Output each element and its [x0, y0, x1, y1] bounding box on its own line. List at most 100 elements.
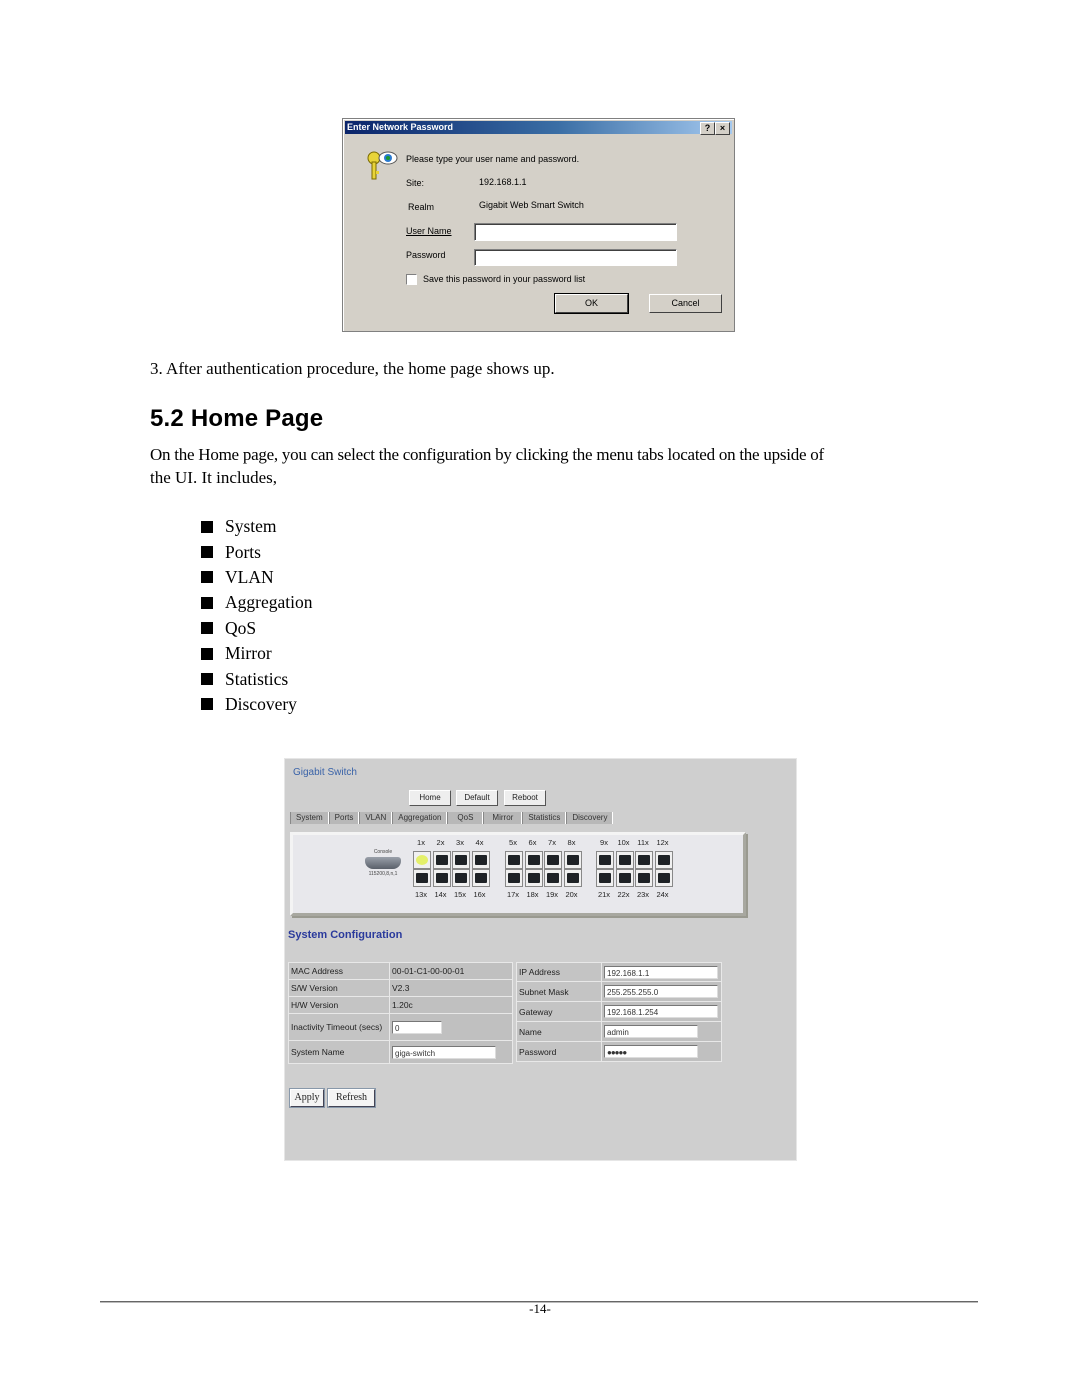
port-label: 2x — [436, 838, 445, 847]
ip-address-input[interactable]: 192.168.1.1 — [604, 965, 718, 979]
list-item-label: QoS — [225, 617, 257, 638]
tab-ports[interactable]: Ports — [328, 812, 360, 824]
ethernet-port-icon[interactable] — [563, 851, 582, 869]
tab-statistics[interactable]: Statistics — [522, 812, 567, 824]
mac-address-label: MAC Address — [288, 962, 390, 980]
realm-value: Gigabit Web Smart Switch — [479, 200, 584, 210]
ethernet-port-icon[interactable] — [471, 851, 490, 869]
port-label: 19x — [545, 890, 559, 899]
gateway-input[interactable]: 192.168.1.254 — [604, 1005, 718, 1018]
password-input[interactable]: ●●●●● — [604, 1045, 698, 1058]
save-password-label: Save this password in your password list — [423, 274, 586, 284]
port-label: 8x — [567, 838, 576, 847]
bullet-square-icon — [201, 571, 213, 584]
list-item-label: Mirror — [225, 643, 272, 664]
password-input[interactable] — [474, 249, 677, 266]
switch-title: Gigabit Switch — [293, 767, 357, 778]
list-item-label: VLAN — [225, 566, 274, 587]
port-label: 14x — [434, 890, 447, 899]
subnet-mask-input[interactable]: 255.255.255.0 — [604, 985, 718, 998]
ethernet-port-icon[interactable] — [432, 869, 451, 887]
system-name-input[interactable]: giga-switch — [392, 1045, 496, 1059]
ethernet-port-icon[interactable] — [596, 869, 614, 887]
inactivity-timeout-label: Inactivity Timeout (secs) — [288, 1013, 390, 1041]
port-label: 7x — [548, 838, 556, 847]
sw-version-label: S/W Version — [288, 979, 390, 997]
bullet-square-icon — [201, 673, 213, 686]
ethernet-port-icon[interactable] — [654, 851, 673, 869]
ethernet-port-icon[interactable] — [524, 851, 543, 869]
ok-button[interactable]: OK — [554, 293, 629, 314]
network-password-dialog: Enter Network Password ? × Please type y… — [342, 118, 735, 332]
save-password-checkbox[interactable] — [406, 274, 417, 285]
dialog-title-bar: Enter Network Password ? × — [345, 121, 732, 135]
home-button[interactable]: Home — [409, 790, 451, 806]
ethernet-port-icon[interactable] — [471, 869, 490, 887]
ethernet-port-icon[interactable] — [432, 851, 451, 869]
port-label: 10x — [617, 838, 630, 847]
console-port[interactable]: Console 115200,8,n,1 — [359, 849, 407, 877]
list-item: Mirror — [201, 641, 312, 666]
close-button[interactable]: × — [715, 122, 730, 135]
tab-qos[interactable]: QoS — [447, 812, 484, 824]
ethernet-port-icon[interactable] — [505, 869, 523, 887]
port-label: 23x — [636, 890, 650, 899]
ethernet-port-icon[interactable] — [654, 869, 673, 887]
bullet-square-icon — [201, 596, 213, 609]
default-button[interactable]: Default — [456, 790, 498, 806]
password-label: Password — [516, 1041, 602, 1062]
ethernet-port-icon[interactable] — [413, 851, 431, 869]
tab-discovery[interactable]: Discovery — [566, 812, 614, 824]
table-row: Gateway 192.168.1.254 — [516, 1001, 722, 1022]
ethernet-port-icon[interactable] — [635, 869, 653, 887]
table-row: S/W Version V2.3 — [288, 979, 513, 997]
ethernet-port-icon[interactable] — [615, 851, 634, 869]
refresh-button[interactable]: Refresh — [328, 1089, 375, 1107]
ip-address-label: IP Address — [516, 962, 602, 982]
ethernet-port-icon[interactable] — [452, 869, 470, 887]
ethernet-port-icon[interactable] — [524, 869, 543, 887]
ethernet-port-icon[interactable] — [563, 869, 582, 887]
list-item: VLAN — [201, 565, 312, 590]
dialog-title: Enter Network Password — [347, 122, 454, 132]
port-label: 24x — [656, 890, 669, 899]
port-label: 16x — [473, 890, 486, 899]
port-label: 13x — [414, 890, 428, 899]
realm-label: Realm — [408, 202, 435, 212]
tab-vlan[interactable]: VLAN — [359, 812, 393, 824]
ethernet-port-icon[interactable] — [505, 851, 523, 869]
bullet-square-icon — [201, 520, 213, 533]
port-label: 12x — [656, 838, 669, 847]
tab-system[interactable]: System — [290, 812, 329, 824]
dialog-prompt: Please type your user name and password. — [406, 154, 580, 164]
network-settings-table: IP Address 192.168.1.1 Subnet Mask 255.2… — [516, 962, 722, 1062]
username-input[interactable] — [474, 223, 677, 241]
list-item: Discovery — [201, 692, 312, 717]
ethernet-port-icon[interactable] — [452, 851, 470, 869]
apply-button[interactable]: Apply — [290, 1089, 324, 1107]
help-button[interactable]: ? — [700, 122, 715, 135]
tab-mirror[interactable]: Mirror — [483, 812, 523, 824]
ethernet-port-icon[interactable] — [413, 869, 431, 887]
reboot-button[interactable]: Reboot — [504, 790, 546, 806]
intro-line-1: On the Home page, you can select the con… — [150, 445, 824, 464]
list-item: Ports — [201, 539, 312, 564]
gateway-label: Gateway — [516, 1001, 602, 1022]
ethernet-port-icon[interactable] — [596, 851, 614, 869]
ethernet-port-icon[interactable] — [635, 851, 653, 869]
mac-address-value: 00-01-C1-00-00-01 — [389, 962, 513, 980]
tab-aggregation[interactable]: Aggregation — [392, 812, 448, 824]
bullet-square-icon — [201, 546, 213, 559]
cancel-button[interactable]: Cancel — [649, 294, 722, 313]
ethernet-port-icon[interactable] — [544, 851, 562, 869]
ethernet-port-icon[interactable] — [544, 869, 562, 887]
bullet-square-icon — [201, 698, 213, 711]
bullet-square-icon — [201, 622, 213, 635]
username-label: User Name — [406, 226, 452, 236]
name-input[interactable]: admin — [604, 1025, 698, 1038]
inactivity-timeout-input[interactable]: 0 — [392, 1020, 442, 1034]
ethernet-port-icon[interactable] — [615, 869, 634, 887]
site-label: Site: — [406, 178, 425, 188]
table-row: MAC Address 00-01-C1-00-00-01 — [288, 962, 513, 980]
section-heading: 5.2 Home Page — [150, 405, 324, 432]
